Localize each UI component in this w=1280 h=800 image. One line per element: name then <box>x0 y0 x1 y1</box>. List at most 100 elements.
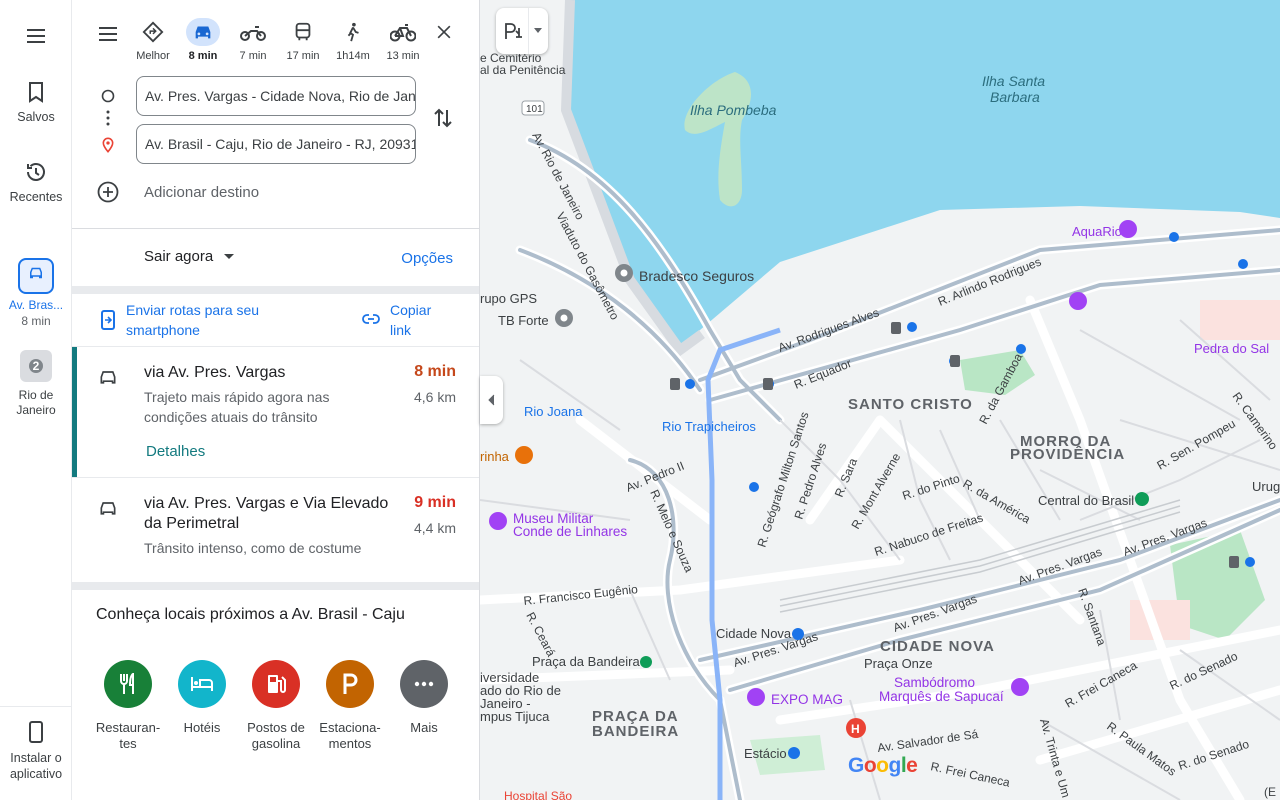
layer-toggle-button[interactable] <box>496 8 548 54</box>
label-r-francisco-eugenio: R. Francisco Eugênio <box>523 582 639 608</box>
label-central-brasil: Central do Brasil <box>1038 493 1134 508</box>
car-icon <box>100 371 116 384</box>
mode-transit[interactable]: 17 min <box>281 18 325 62</box>
label-r-sen-pompeu: R. Sen. Pompeu <box>1155 416 1238 472</box>
category-label: Hotéis <box>183 720 221 735</box>
label-r-frei-caneca-2: R. Frei Caneca <box>929 759 1011 790</box>
saved-button[interactable]: Salvos <box>0 80 72 124</box>
category-restaurants[interactable]: Restauran-tes <box>91 660 165 752</box>
category-parking[interactable]: Estaciona-mentos <box>313 660 387 752</box>
mode-bike-label: 13 min <box>386 50 420 62</box>
route-dots-icon <box>106 110 110 126</box>
label-urug: Urug <box>1252 479 1280 494</box>
label-praca-2: BANDEIRA <box>592 723 679 740</box>
mode-bike[interactable]: 13 min <box>381 18 425 62</box>
bus-icon <box>295 22 311 41</box>
copy-label: Copiar link <box>390 302 432 338</box>
label-rio-trapicheiros: Rio Trapicheiros <box>662 419 756 434</box>
route-subtitle: Trajeto mais rápido agora nas condições … <box>144 389 330 425</box>
label-sambodromo-1: Sambódromo <box>894 675 975 690</box>
active-route-label: Av. Bras... <box>8 298 64 312</box>
diamond-directions-icon <box>142 21 164 43</box>
label-santo-cristo: SANTO CRISTO <box>848 396 973 413</box>
map-canvas[interactable]: Ilha Pombeba Ilha Santa Barbara e Cemité… <box>480 0 1280 800</box>
route-option-2[interactable]: via Av. Pres. Vargas e Via Elevado da Pe… <box>72 478 479 582</box>
label-av-rodrigues-alves: Av. Rodrigues Alves <box>776 305 881 355</box>
more-icon <box>414 681 434 687</box>
parking-icon <box>343 673 358 694</box>
swap-button[interactable] <box>432 106 454 135</box>
add-circle-icon <box>97 181 119 203</box>
details-link[interactable]: Detalhes <box>146 443 205 460</box>
copy-link-button[interactable]: Copiar link <box>362 300 462 340</box>
nearby-title: Conheça locais próximos a Av. Brasil - C… <box>96 606 405 623</box>
destination-pin-icon <box>102 137 114 153</box>
label-pedra-do-sal: Pedra do Sal <box>1194 341 1269 356</box>
city-button[interactable]: 2 Rio de Janeiro <box>0 350 72 418</box>
depart-time-dropdown[interactable]: Sair agora <box>144 248 235 265</box>
mode-car-label: 8 min <box>188 50 218 62</box>
label-univ-4: mpus Tijuca <box>480 709 550 724</box>
mode-car[interactable]: 8 min <box>181 18 225 62</box>
menu-button[interactable] <box>0 24 72 54</box>
label-museu-2: Conde de Linhares <box>513 524 627 539</box>
label-ilha-pombeba: Ilha Pombeba <box>690 102 777 118</box>
destination-input[interactable]: Av. Brasil - Caju, Rio de Janeiro - RJ, … <box>136 124 416 164</box>
label-rio-joana: Rio Joana <box>524 404 583 419</box>
close-icon <box>437 25 451 39</box>
mode-motorcycle-label: 7 min <box>239 50 267 62</box>
depart-label: Sair agora <box>144 248 214 265</box>
chevron-left-icon <box>487 394 494 406</box>
label-ilha-santa-1: Ilha Santa <box>982 73 1045 89</box>
mode-best[interactable]: Melhor <box>131 18 175 62</box>
label-hospital: Hospital São <box>504 789 572 800</box>
label-expo-mag: EXPO MAG <box>771 692 843 707</box>
options-link[interactable]: Opções <box>401 250 453 267</box>
car-icon <box>100 502 116 515</box>
mode-best-label: Melhor <box>136 50 170 62</box>
menu-icon <box>99 27 117 41</box>
city-badge: 2 <box>28 359 44 373</box>
close-directions-button[interactable] <box>434 22 454 47</box>
bookmark-icon <box>29 82 43 103</box>
route-option-1[interactable]: via Av. Pres. Vargas Trajeto mais rápido… <box>72 347 479 477</box>
category-more[interactable]: Mais <box>387 660 461 736</box>
add-destination-label: Adicionar destino <box>144 183 260 201</box>
install-app-button[interactable]: Instalar o aplicativo <box>0 720 72 782</box>
install-label: Instalar o aplicativo <box>9 751 63 781</box>
hospital-icon: H <box>851 722 860 736</box>
add-destination-button[interactable]: Adicionar destino <box>96 180 259 204</box>
car-icon <box>30 267 42 279</box>
route-title: via Av. Pres. Vargas <box>144 364 286 381</box>
bike-icon <box>390 24 416 42</box>
mode-walk-label: 1h14m <box>336 50 370 62</box>
city-label: Rio de Janeiro <box>16 388 56 417</box>
label-sambodromo-2: Marquês de Sapucaí <box>879 689 1004 704</box>
origin-input[interactable]: Av. Pres. Vargas - Cidade Nova, Rio de J… <box>136 76 416 116</box>
send-to-phone-icon <box>101 310 115 330</box>
category-gas-stations[interactable]: Postos de gasolina <box>239 660 313 752</box>
directions-menu-button[interactable] <box>96 22 120 51</box>
swap-icon <box>434 108 452 128</box>
history-icon <box>27 163 45 181</box>
send-to-phone-link[interactable]: Enviar rotas para seu smartphone <box>100 300 330 340</box>
label-cidade-nova-station: Cidade Nova <box>716 626 792 641</box>
route-subtitle: Trânsito intenso, como de costume <box>144 540 362 556</box>
route-time: 9 min <box>414 494 456 511</box>
caret-down-icon[interactable] <box>534 28 542 33</box>
recent-button[interactable]: Recentes <box>0 160 72 204</box>
label-r-do-senado: R. do Senado <box>1167 649 1240 693</box>
separator <box>72 582 479 590</box>
route-distance: 4,6 km <box>413 389 456 405</box>
mode-walk[interactable]: 1h14m <box>331 18 375 62</box>
active-route-button[interactable]: Av. Bras... 8 min <box>0 258 72 328</box>
label-ilha-santa-2: Barbara <box>990 89 1040 105</box>
collapse-panel-button[interactable] <box>480 376 503 424</box>
label-r-ceara: R. Ceará <box>523 610 558 659</box>
mode-motorcycle[interactable]: 7 min <box>231 18 275 62</box>
category-hotels[interactable]: Hotéis <box>165 660 239 736</box>
origin-circle-icon <box>101 89 115 103</box>
left-rail: Salvos Recentes Av. Bras... 8 min 2 Rio … <box>0 0 72 800</box>
parking-transit-icon <box>505 23 522 39</box>
category-label: Postos de gasolina <box>247 720 305 751</box>
